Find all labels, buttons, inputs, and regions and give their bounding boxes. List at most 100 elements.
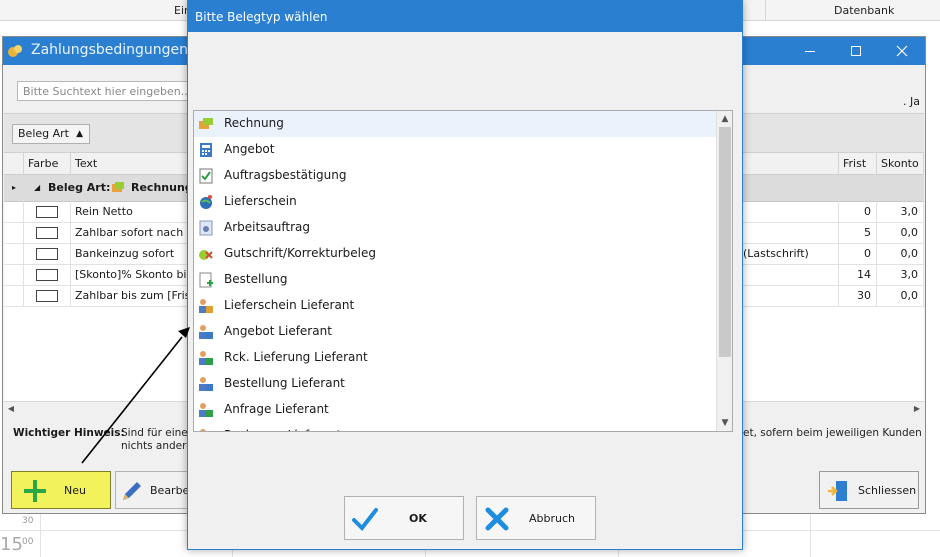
list-item-label: Angebot — [224, 142, 275, 156]
hint-text-continued: et, sofern beim jeweiligen Kunden — [743, 427, 922, 439]
list-item[interactable]: Angebot — [194, 137, 716, 163]
row-indicator-icon: ▸ — [12, 183, 17, 192]
scroll-thumb[interactable] — [719, 127, 731, 357]
pencil-icon — [120, 479, 144, 506]
invoice-icon — [198, 116, 214, 132]
term-frist: 14 — [839, 264, 877, 285]
column-header-farbe[interactable]: Farbe — [24, 153, 71, 175]
term-skonto: 0,0 — [877, 285, 924, 306]
supplier-order-icon — [198, 376, 214, 392]
close-button-label: Schliessen — [858, 484, 917, 497]
list-item-label: Arbeitsauftrag — [224, 220, 311, 234]
list-item-label: Lieferschein — [224, 194, 297, 208]
row-indicator — [4, 201, 24, 222]
color-swatch — [36, 227, 58, 239]
supplier-delivery-icon — [198, 298, 214, 314]
order-icon — [198, 272, 214, 288]
collapse-icon[interactable]: ◢ — [34, 175, 40, 201]
list-item[interactable]: Bestellung Lieferant — [194, 371, 716, 397]
hint-label: Wichtiger Hinweis: — [13, 427, 125, 439]
scroll-right-icon[interactable]: ▶ — [910, 402, 924, 416]
list-item-label: Bestellung — [224, 272, 288, 286]
calendar-column-header-db: Datenbank — [834, 4, 895, 17]
cancel-button[interactable]: Abbruch — [476, 496, 596, 540]
calendar-minute-label: 00 — [22, 537, 34, 547]
close-window-button[interactable] — [879, 37, 925, 65]
term-skonto: 3,0 — [877, 201, 924, 222]
list-item-label: Lieferschein Lieferant — [224, 298, 355, 312]
term-text-extra: (Lastschrift) — [743, 247, 809, 260]
list-item[interactable]: Lieferschein — [194, 189, 716, 215]
invoice-icon — [110, 180, 126, 196]
grid-row-indicator-header — [4, 153, 24, 175]
term-frist: 5 — [839, 222, 877, 243]
color-swatch — [36, 290, 58, 302]
list-item-label: Anfrage Lieferant — [224, 402, 329, 416]
color-swatch-cell — [24, 264, 71, 285]
color-swatch — [36, 269, 58, 281]
color-swatch — [36, 248, 58, 260]
list-item-label: Angebot Lieferant — [224, 324, 332, 338]
sort-ascending-icon: ▲ — [76, 129, 83, 139]
new-button[interactable]: Neu — [11, 471, 111, 509]
color-swatch-cell — [24, 201, 71, 222]
list-item-label: Rechnung Lieferant — [224, 423, 341, 431]
list-item-label: Rck. Lieferung Lieferant — [224, 350, 368, 364]
checkmark-icon — [351, 505, 379, 536]
color-swatch-cell — [24, 222, 71, 243]
list-item-label: Auftragsbestätigung — [224, 168, 347, 182]
cancel-x-icon — [483, 505, 511, 536]
color-swatch — [36, 206, 58, 218]
document-type-list[interactable]: Rechnung Angebot Auftragsbestätigung Liefer… — [193, 110, 733, 432]
list-item-label: Bestellung Lieferant — [224, 376, 345, 390]
search-input[interactable]: Bitte Suchtext hier eingeben... — [17, 81, 193, 101]
close-button[interactable]: Schliessen — [819, 471, 919, 509]
globe-icon — [198, 194, 214, 210]
supplier-return-icon — [198, 350, 214, 366]
ok-button-label: OK — [409, 512, 427, 525]
list-item[interactable]: Rechnung — [194, 111, 716, 137]
gear-doc-icon — [198, 220, 214, 236]
column-header-frist[interactable]: Frist — [839, 153, 877, 175]
list-item[interactable]: Arbeitsauftrag — [194, 215, 716, 241]
scroll-up-icon[interactable]: ▲ — [717, 111, 732, 127]
calculator-icon — [198, 142, 214, 158]
scroll-left-icon[interactable]: ◀ — [4, 402, 18, 416]
minimize-button[interactable] — [787, 37, 833, 65]
term-text: Bankeinzug sofort — [75, 247, 175, 260]
group-button-label: Beleg Art — [18, 127, 69, 140]
list-item[interactable]: Angebot Lieferant — [194, 319, 716, 345]
row-indicator — [4, 264, 24, 285]
list-item[interactable]: Rechnung Lieferant — [194, 423, 716, 431]
group-row-label: Beleg Art: — [48, 181, 111, 194]
ok-button[interactable]: OK — [344, 496, 464, 540]
list-item[interactable]: Bestellung — [194, 267, 716, 293]
list-item[interactable]: Lieferschein Lieferant — [194, 293, 716, 319]
calendar-grid-line — [40, 512, 41, 557]
list-item[interactable]: Gutschrift/Korrekturbeleg — [194, 241, 716, 267]
list-item[interactable]: Anfrage Lieferant — [194, 397, 716, 423]
list-item[interactable]: Auftragsbestätigung — [194, 163, 716, 189]
list-item[interactable]: Rck. Lieferung Lieferant — [194, 345, 716, 371]
edit-button[interactable]: Bearbeit — [115, 471, 191, 509]
column-header-skonto[interactable]: Skonto — [877, 153, 924, 175]
maximize-button[interactable] — [833, 37, 879, 65]
row-indicator — [4, 222, 24, 243]
list-item-label: Gutschrift/Korrekturbeleg — [224, 246, 377, 260]
scroll-down-icon[interactable]: ▼ — [717, 415, 732, 431]
calendar-time-label: 30 — [22, 516, 34, 526]
vertical-scrollbar[interactable]: ▲ ▼ — [716, 111, 732, 431]
cancel-button-label: Abbruch — [529, 512, 576, 525]
term-frist: 0 — [839, 201, 877, 222]
calendar-hour-label: 15 — [0, 534, 23, 555]
calendar-grid-line — [810, 512, 811, 557]
column-label-truncated: . Ja — [903, 95, 925, 111]
add-icon-vertical — [33, 480, 37, 502]
checkmark-doc-icon — [198, 168, 214, 184]
select-document-type-dialog: Bitte Belegtyp wählen Rechnung Angebot Auf… — [187, 0, 743, 550]
row-indicator — [4, 285, 24, 306]
group-row-value: Rechnung — [131, 181, 193, 194]
dialog-titlebar[interactable]: Bitte Belegtyp wählen — [188, 1, 742, 32]
app-icon — [7, 43, 23, 59]
group-by-beleg-art-button[interactable]: Beleg Art ▲ — [12, 124, 90, 144]
